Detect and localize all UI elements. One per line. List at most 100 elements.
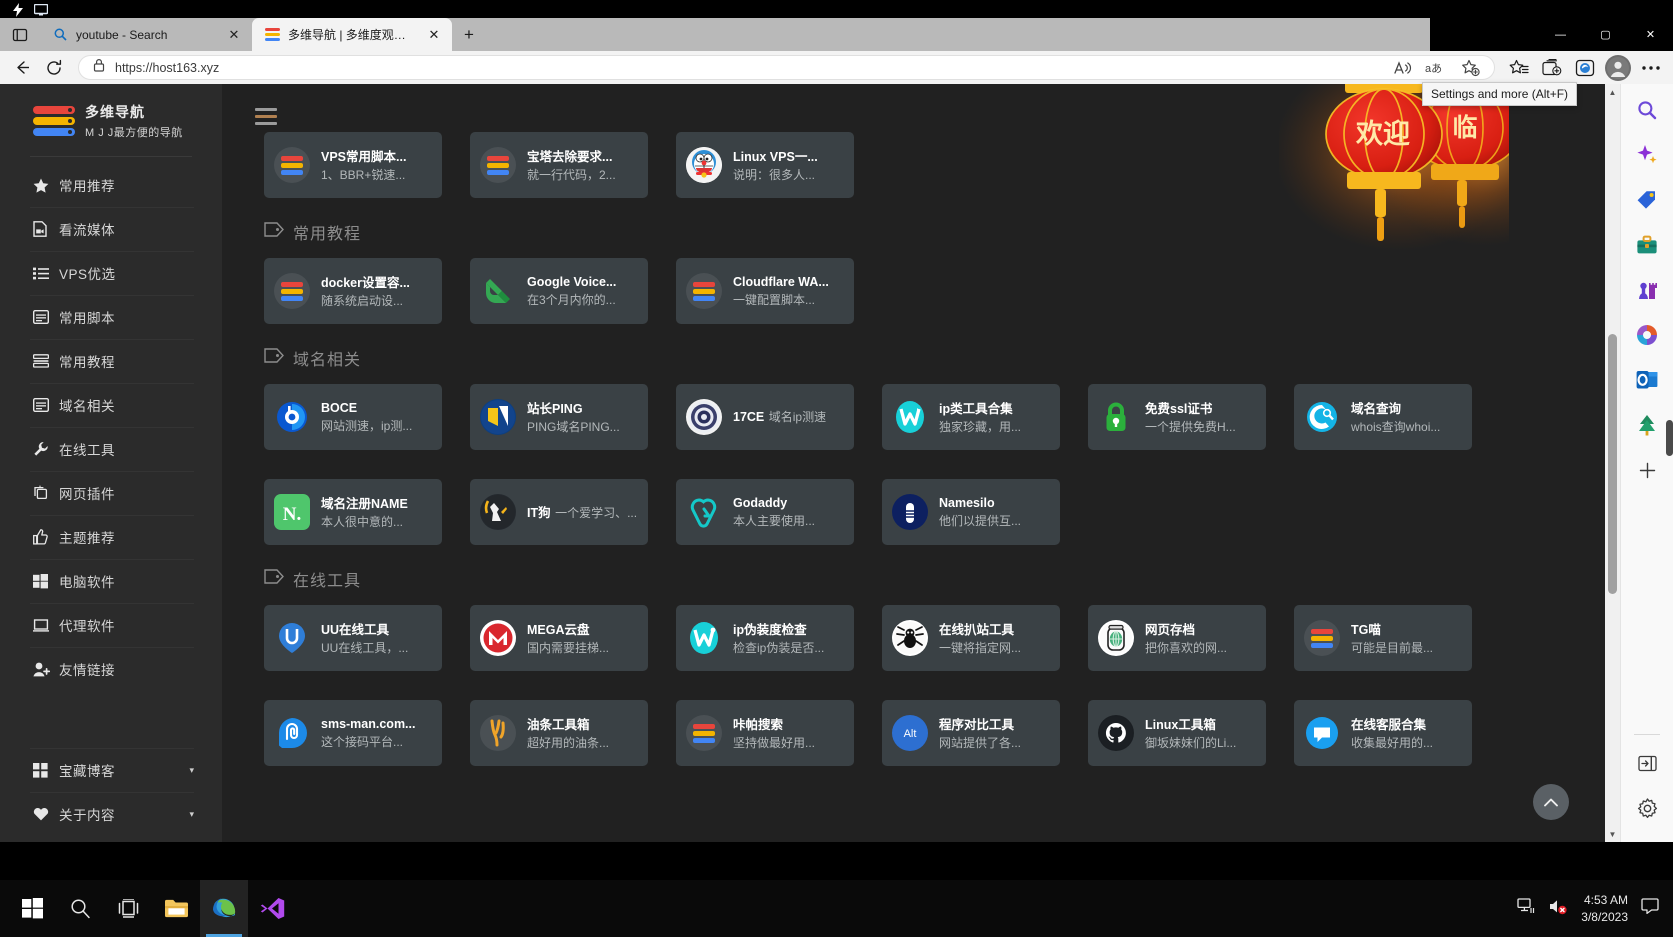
card-boce[interactable]: BOCE 网站测速，ip测...: [264, 384, 442, 450]
card-linux-vps[interactable]: Linux VPS一... 说明：很多人...: [676, 132, 854, 198]
card-zhanzhang-ping[interactable]: 站长PING PING域名PING...: [470, 384, 648, 450]
card-uu-tools[interactable]: UU在线工具 UU在线工具，...: [264, 605, 442, 671]
file-explorer-icon[interactable]: [152, 880, 200, 937]
card-17ce[interactable]: 17CE 域名ip测速: [676, 384, 854, 450]
card-google-voice[interactable]: Google Voice... 在3个月内你的...: [470, 258, 648, 324]
read-aloud-icon[interactable]: [1386, 54, 1418, 82]
card-ip-disguise[interactable]: ip伪装度检查 检查ip伪装是否...: [676, 605, 854, 671]
sidebar-item-dailiruanjian[interactable]: 代理软件: [0, 603, 222, 647]
task-view-icon[interactable]: [104, 880, 152, 937]
collections-icon[interactable]: [1536, 54, 1568, 82]
card-youtiao-toolbox[interactable]: 油条工具箱 超好用的油条...: [470, 700, 648, 766]
vscode-icon[interactable]: [248, 880, 296, 937]
close-window-button[interactable]: ✕: [1628, 18, 1673, 51]
card-spider-tool[interactable]: 在线扒站工具 一键将指定网...: [882, 605, 1060, 671]
settings-and-more-icon[interactable]: [1635, 54, 1667, 82]
minimize-button[interactable]: —: [1538, 18, 1583, 51]
card-web-archive[interactable]: 网页存档 把你喜欢的网...: [1088, 605, 1266, 671]
search-icon[interactable]: [1629, 92, 1665, 128]
sidebar-item-changyongjiaocheng[interactable]: 常用教程: [0, 339, 222, 383]
sidebar-item-changyongtuijian[interactable]: 常用推荐: [0, 163, 222, 207]
copilot-icon[interactable]: [1629, 137, 1665, 173]
add-favorite-icon[interactable]: [1454, 54, 1486, 82]
sidebar-item-youqinglianjie[interactable]: 友情链接: [0, 647, 222, 691]
card-diff-tool[interactable]: Alt 程序对比工具 网站提供了各...: [882, 700, 1060, 766]
card-mega[interactable]: MEGA云盘 国内需要挂梯...: [470, 605, 648, 671]
sidebar-item-guanyuneirong[interactable]: 关于内容 ▾: [0, 792, 222, 836]
volume-muted-icon[interactable]: [1548, 898, 1568, 920]
heart-icon: [33, 807, 59, 821]
back-to-top-button[interactable]: [1533, 784, 1569, 820]
browser-essentials-icon[interactable]: [1569, 54, 1601, 82]
card-whois[interactable]: 域名查询 whois查询whoi...: [1294, 384, 1472, 450]
sidebar-item-changyongjiaoben[interactable]: 常用脚本: [0, 295, 222, 339]
close-icon[interactable]: ✕: [224, 25, 244, 45]
close-icon[interactable]: ✕: [424, 25, 444, 45]
taskbar-clock[interactable]: 4:53 AM 3/8/2023: [1581, 892, 1628, 924]
tab-youtube-search[interactable]: youtube - Search ✕: [40, 18, 252, 51]
outlook-icon[interactable]: [1629, 362, 1665, 398]
card-baota[interactable]: 宝塔去除要求... 就一行代码，2...: [470, 132, 648, 198]
back-button[interactable]: [6, 54, 38, 82]
section-heading: 在线工具: [264, 567, 1605, 591]
sidebar-item-zhutituijian[interactable]: 主题推荐: [0, 515, 222, 559]
maximize-button[interactable]: ▢: [1583, 18, 1628, 51]
card-ip-tools[interactable]: ip类工具合集 独家珍藏，用...: [882, 384, 1060, 450]
card-tg-miao[interactable]: TG喵 可能是目前最...: [1294, 605, 1472, 671]
tools-icon[interactable]: [1629, 227, 1665, 263]
sidebar-toggle-icon[interactable]: [1629, 745, 1665, 781]
page-scrollbar[interactable]: ▲ ▼: [1605, 84, 1620, 842]
scroll-down-arrow[interactable]: ▼: [1605, 826, 1620, 842]
office-icon[interactable]: [1629, 317, 1665, 353]
card-linux-toolbox[interactable]: Linux工具箱 御坂妹妹们的Li...: [1088, 700, 1266, 766]
sidebar-settings-icon[interactable]: [1629, 790, 1665, 826]
tree-icon[interactable]: [1629, 407, 1665, 443]
edge-icon[interactable]: [200, 880, 248, 937]
clock-date: 3/8/2023: [1581, 909, 1628, 924]
sidebar-item-yumingxiangguan[interactable]: 域名相关: [0, 383, 222, 427]
sidebar-item-zaixiangongju[interactable]: 在线工具: [0, 427, 222, 471]
sidebar-item-kanliumeiti[interactable]: 看流媒体: [0, 207, 222, 251]
divider: [1634, 734, 1660, 735]
sidebar-item-baozangboke[interactable]: 宝藏博客 ▾: [0, 748, 222, 792]
notifications-icon[interactable]: [1641, 898, 1659, 919]
card-docker[interactable]: docker设置容... 随系统启动设...: [264, 258, 442, 324]
sidebar-item-diannaoruanjian[interactable]: 电脑软件: [0, 559, 222, 603]
site-brand[interactable]: 多维导航 M J J最方便的导航: [0, 84, 222, 156]
search-icon[interactable]: [56, 880, 104, 937]
games-icon[interactable]: [1629, 272, 1665, 308]
reload-button[interactable]: [38, 54, 70, 82]
card-vps-scripts[interactable]: VPS常用脚本... 1、BBR+锐速...: [264, 132, 442, 198]
new-tab-button[interactable]: +: [452, 18, 486, 51]
card-kapa-search[interactable]: 咔帕搜索 坚持做最好用...: [676, 700, 854, 766]
shopping-icon[interactable]: [1629, 182, 1665, 218]
tab-actions-button[interactable]: [0, 18, 40, 51]
chinaz-icon: [480, 399, 516, 435]
card-sms-man[interactable]: sms-man.com... 这个接码平台...: [264, 700, 442, 766]
sidebar-item-wangyechajian[interactable]: 网页插件: [0, 471, 222, 515]
add-site-icon[interactable]: [1629, 452, 1665, 488]
card-itdog[interactable]: IT狗 一个爱学习、...: [470, 479, 648, 545]
list-icon: [33, 267, 59, 280]
card-online-support[interactable]: 在线客服合集 收集最好用的...: [1294, 700, 1472, 766]
address-bar[interactable]: https://host163.xyz aあ: [78, 55, 1495, 80]
user-add-icon: [33, 662, 59, 677]
site-main-content: 临 欢迎 VPS常用脚本... 1、BBR+锐速... 宝塔去除要求... 就一…: [222, 84, 1605, 842]
card-name-registrar[interactable]: N. 域名注册NAME 本人很中意的...: [264, 479, 442, 545]
window-scroll-grip[interactable]: [1666, 420, 1673, 456]
network-icon[interactable]: [1517, 898, 1535, 919]
card-free-ssl[interactable]: 免费ssl证书 一个提供免费H...: [1088, 384, 1266, 450]
start-icon[interactable]: [8, 880, 56, 937]
favorites-icon[interactable]: [1503, 54, 1535, 82]
scroll-up-arrow[interactable]: ▲: [1605, 84, 1620, 100]
translate-icon[interactable]: aあ: [1420, 54, 1452, 82]
card-namesilo[interactable]: Namesilo 他们以提供互...: [882, 479, 1060, 545]
card-cloudflare-wa[interactable]: Cloudflare WA... 一键配置脚本...: [676, 258, 854, 324]
tab-duowei-nav[interactable]: 多维导航 | 多维度观察网络世界 ✕: [252, 18, 452, 51]
hamburger-icon[interactable]: [255, 108, 277, 129]
card-godaddy[interactable]: Godaddy 本人主要使用...: [676, 479, 854, 545]
scrollbar-thumb[interactable]: [1608, 334, 1617, 594]
profile-avatar[interactable]: [1602, 54, 1634, 82]
sidebar-item-vps[interactable]: VPS优选: [0, 251, 222, 295]
card-grid: BOCE 网站测速，ip测... 站长PING PING域名PING... 17…: [264, 384, 1605, 545]
